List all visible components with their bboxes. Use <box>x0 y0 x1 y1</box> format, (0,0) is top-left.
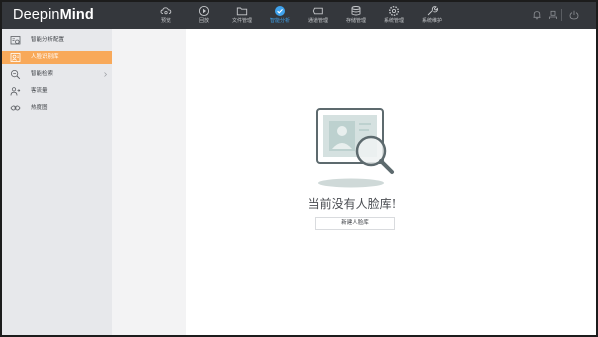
empty-face-library-illustration <box>316 108 394 188</box>
create-face-library-button[interactable]: 新建人脸库 <box>315 217 395 230</box>
sidebar-item-face-library[interactable]: 人脸识别库 <box>2 51 112 64</box>
folder-icon <box>236 7 248 16</box>
empty-state-message: 当前没有人脸库! <box>307 197 397 211</box>
heatmap-icon <box>10 105 21 111</box>
gear-icon <box>388 5 400 17</box>
database-icon <box>351 6 361 16</box>
chevron-right-icon <box>104 72 107 77</box>
playback-icon <box>198 5 210 17</box>
camera-channel-icon <box>312 7 323 15</box>
analysis-config-icon <box>10 36 21 45</box>
nav-item-system-maintenance[interactable]: 系统维护 <box>413 2 451 29</box>
app-window: DeepinMind 预览 回放 文件管理 智能分析 通道管理 存储管理 系统管… <box>0 0 598 337</box>
people-flow-icon <box>10 87 21 96</box>
user-icon[interactable] <box>548 10 558 20</box>
sidebar-item-heatmap[interactable]: 热度图 <box>2 102 112 115</box>
smart-analysis-icon <box>275 6 285 16</box>
cloud-camera-icon <box>160 7 172 15</box>
top-bar: DeepinMind 预览 回放 文件管理 智能分析 通道管理 存储管理 系统管… <box>2 2 596 29</box>
illustration-shadow <box>318 178 384 188</box>
sidebar-item-analysis-config[interactable]: 智能分析配置 <box>2 34 112 47</box>
sidebar-item-people-flow[interactable]: 客流量 <box>2 85 112 98</box>
wrench-icon <box>427 6 438 16</box>
sidebar-item-smart-search[interactable]: 智能检索 <box>2 68 112 81</box>
sidebar: 智能分析配置 人脸识别库 智能检索 客流量 热度图 <box>2 29 112 335</box>
power-icon[interactable] <box>569 10 579 20</box>
smart-search-icon <box>10 69 21 80</box>
bell-icon[interactable] <box>532 10 542 20</box>
face-library-icon <box>10 53 21 62</box>
app-logo: DeepinMind <box>13 7 94 23</box>
topbar-divider <box>561 9 562 21</box>
secondary-panel <box>112 29 186 335</box>
